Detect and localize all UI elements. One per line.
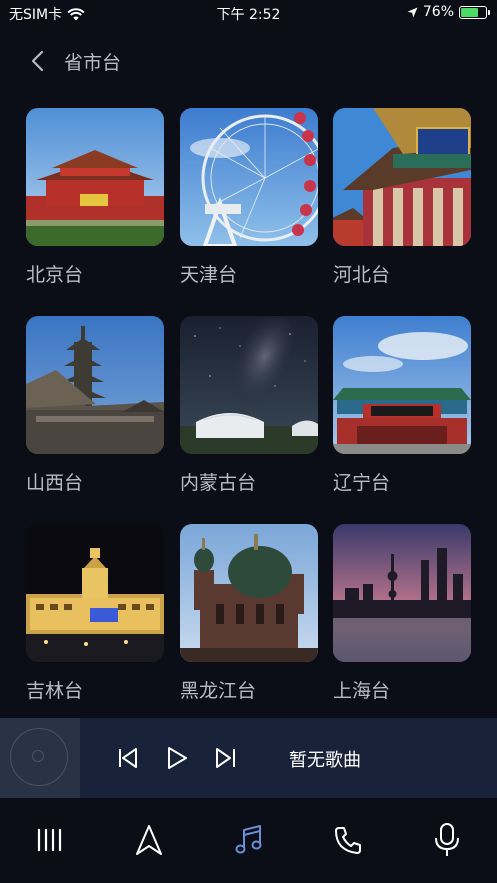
station-name: 天津台 xyxy=(180,264,238,286)
station-card-shanxi[interactable]: 山西台 xyxy=(26,316,164,494)
nav-menu[interactable] xyxy=(30,820,70,860)
back-chevron-icon[interactable] xyxy=(26,48,50,74)
station-thumbnail[interactable] xyxy=(180,524,318,662)
song-title: 暂无歌曲 xyxy=(289,750,361,771)
status-bar: 无SIM卡 下午 2:52 76% xyxy=(0,0,497,26)
location-arrow-icon xyxy=(407,7,418,17)
battery-icon xyxy=(459,5,490,19)
phone-icon xyxy=(335,827,361,854)
station-thumbnail[interactable] xyxy=(333,524,471,662)
station-card-shanghai[interactable]: 上海台 xyxy=(333,524,471,702)
station-name: 北京台 xyxy=(26,264,84,286)
station-card-hebei[interactable]: 河北台 xyxy=(333,108,471,286)
station-card-beijing[interactable]: 北京台 xyxy=(26,108,164,286)
page-title: 省市台 xyxy=(64,52,122,74)
nav-phone[interactable] xyxy=(328,820,368,860)
mini-player: 暂无歌曲 xyxy=(0,718,497,798)
station-thumbnail[interactable] xyxy=(333,316,471,454)
station-name: 内蒙古台 xyxy=(180,472,257,494)
play-icon[interactable] xyxy=(165,746,189,770)
station-card-tianjin[interactable]: 天津台 xyxy=(180,108,318,286)
microphone-icon xyxy=(435,823,459,856)
station-name: 黑龙江台 xyxy=(180,680,257,702)
menu-icon xyxy=(37,829,62,851)
disc-icon xyxy=(10,728,68,786)
header: 省市台 xyxy=(0,44,497,78)
station-thumbnail[interactable] xyxy=(333,108,471,246)
nav-music[interactable] xyxy=(229,820,269,860)
station-thumbnail[interactable] xyxy=(26,108,164,246)
station-name: 吉林台 xyxy=(26,680,84,702)
station-name: 山西台 xyxy=(26,472,84,494)
music-icon xyxy=(235,825,262,854)
nav-navigation[interactable] xyxy=(129,820,169,860)
battery-percent: 76% xyxy=(422,4,454,20)
station-name: 上海台 xyxy=(333,680,391,702)
navigation-icon xyxy=(136,825,162,855)
station-card-liaoning[interactable]: 辽宁台 xyxy=(333,316,471,494)
station-card-heilongjiang[interactable]: 黑龙江台 xyxy=(180,524,318,702)
nav-voice[interactable] xyxy=(427,820,467,860)
next-track-icon[interactable] xyxy=(214,746,238,770)
station-name: 辽宁台 xyxy=(333,472,391,494)
station-thumbnail[interactable] xyxy=(180,316,318,454)
station-thumbnail[interactable] xyxy=(26,316,164,454)
bottom-nav xyxy=(0,798,497,883)
station-name: 河北台 xyxy=(333,264,391,286)
previous-track-icon[interactable] xyxy=(116,746,140,770)
station-card-inner-mongolia[interactable]: 内蒙古台 xyxy=(180,316,318,494)
station-card-jilin[interactable]: 吉林台 xyxy=(26,524,164,702)
station-thumbnail[interactable] xyxy=(180,108,318,246)
station-thumbnail[interactable] xyxy=(26,524,164,662)
album-art[interactable] xyxy=(0,718,80,798)
